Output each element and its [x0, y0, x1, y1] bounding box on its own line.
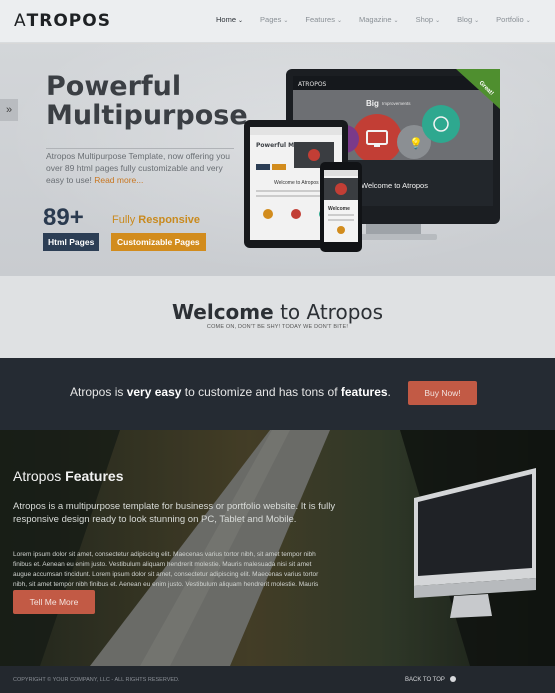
features-title-plain: Atropos	[13, 468, 66, 484]
welcome-section: Welcome to Atropos COME ON, DON'T BE SHY…	[0, 276, 555, 358]
nav-shop-label: Shop	[415, 15, 434, 24]
back-to-top-label: BACK TO TOP	[405, 677, 445, 683]
cta-text-3: .	[387, 385, 391, 399]
logo-letter: A	[14, 11, 27, 31]
chevron-down-icon: ⌄	[336, 18, 342, 24]
nav-pages-label: Pages	[260, 15, 282, 24]
welcome-rest: to Atropos	[273, 300, 384, 324]
chevron-down-icon: ⌄	[474, 18, 480, 24]
nav-shop[interactable]: Shop ⌄	[416, 15, 441, 24]
phone-device: Welcome	[320, 162, 362, 252]
welcome-bold: Welcome	[171, 300, 274, 324]
nav-blog-label: Blog	[457, 15, 473, 24]
fully-responsive-label: Fully Responsive	[112, 214, 200, 226]
side-panel-toggle[interactable]: »	[0, 99, 18, 121]
chevron-down-icon: ⌄	[393, 18, 399, 24]
copyright-text: COPYRIGHT © YOUR COMPANY, LLC - ALL RIGH…	[13, 677, 180, 683]
arrow-up-circle-icon	[449, 676, 456, 682]
chevron-down-icon: ⌄	[435, 18, 441, 24]
screen-logo: ATROPOS	[298, 81, 327, 88]
customizable-pages-badge: Customizable Pages	[111, 233, 206, 251]
welcome-title: Welcome to Atropos	[0, 300, 555, 324]
back-to-top-link[interactable]: BACK TO TOP	[405, 676, 456, 683]
devices-illustration: ATROPOS Big Improvements 💡 Welcome to At…	[244, 69, 500, 252]
nav-magazine-label: Magazine	[359, 15, 392, 24]
svg-text:💡: 💡	[409, 137, 423, 150]
nav-portfolio[interactable]: Portfolio ⌄	[496, 15, 531, 24]
hero-title-line2: Multipurpose	[46, 100, 248, 131]
screen-impact: Improvements	[382, 101, 411, 106]
hero-description: Atropos Multipurpose Template, now offer…	[46, 150, 242, 186]
nav-home[interactable]: Home ⌄	[216, 15, 243, 24]
chevron-down-icon: ⌄	[525, 18, 531, 24]
phone-welcome: Welcome	[328, 206, 350, 212]
cta-text-2: to customize and has tons of	[181, 385, 341, 399]
hero-slider: » Powerful Multipurpose Atropos Multipurp…	[0, 44, 555, 276]
nav-magazine[interactable]: Magazine ⌄	[359, 15, 399, 24]
tell-me-more-button[interactable]: Tell Me More	[13, 590, 95, 614]
cta-bold-2: features	[340, 385, 388, 399]
main-nav: Home ⌄ Pages ⌄ Features ⌄ Magazine ⌄ Shop ⌄ B…	[216, 15, 548, 24]
chevron-down-icon: ⌄	[238, 18, 244, 24]
features-title-bold: Features	[65, 468, 124, 484]
cta-bold-1: very easy	[126, 385, 182, 399]
nav-blog[interactable]: Blog ⌄	[457, 15, 479, 24]
logo-text: TROPOS	[26, 11, 111, 31]
features-lorem: Lorem ipsum dolor sit amet, consectetur …	[13, 551, 319, 588]
logo[interactable]: ATROPOS	[14, 11, 111, 31]
nav-portfolio-label: Portfolio	[496, 15, 524, 24]
html-pages-badge: Html Pages	[43, 233, 100, 251]
hero-title: Powerful Multipurpose	[46, 72, 248, 130]
tablet-welcome: Welcome to Atropos	[274, 180, 319, 186]
nav-features-label: Features	[305, 15, 335, 24]
welcome-subtitle: COME ON, DON'T BE SHY! TODAY WE DON'T BI…	[206, 324, 349, 330]
hero-divider	[46, 148, 234, 149]
nav-features[interactable]: Features ⌄	[305, 15, 342, 24]
footer: COPYRIGHT © YOUR COMPANY, LLC - ALL RIGH…	[0, 666, 555, 693]
fully-bold: Responsive	[138, 214, 201, 226]
screen-welcome: Welcome to Atropos	[361, 181, 428, 190]
header: ATROPOS Home ⌄ Pages ⌄ Features ⌄ Magazine ⌄…	[0, 0, 555, 43]
hero-title-line1: Powerful	[46, 71, 182, 102]
cta-text: Atropos is very easy to customize and ha…	[70, 385, 391, 399]
cta-text-1: Atropos is	[70, 385, 127, 399]
buy-now-button[interactable]: Buy Now!	[408, 381, 477, 405]
features-intro: Atropos is a multipurpose template for b…	[13, 501, 336, 525]
pages-count: 89+	[43, 204, 84, 231]
fully-prefix: Fully	[112, 214, 136, 226]
nav-home-label: Home	[216, 15, 237, 24]
read-more-link[interactable]: Read more...	[94, 175, 143, 185]
features-title: Atropos Features	[13, 468, 124, 484]
imac-illustration	[414, 468, 536, 618]
features-section: Atropos Features Atropos is a multipurpo…	[0, 430, 555, 666]
screen-big: Big	[366, 99, 379, 108]
chevron-down-icon: ⌄	[283, 18, 289, 24]
nav-pages[interactable]: Pages ⌄	[260, 15, 288, 24]
